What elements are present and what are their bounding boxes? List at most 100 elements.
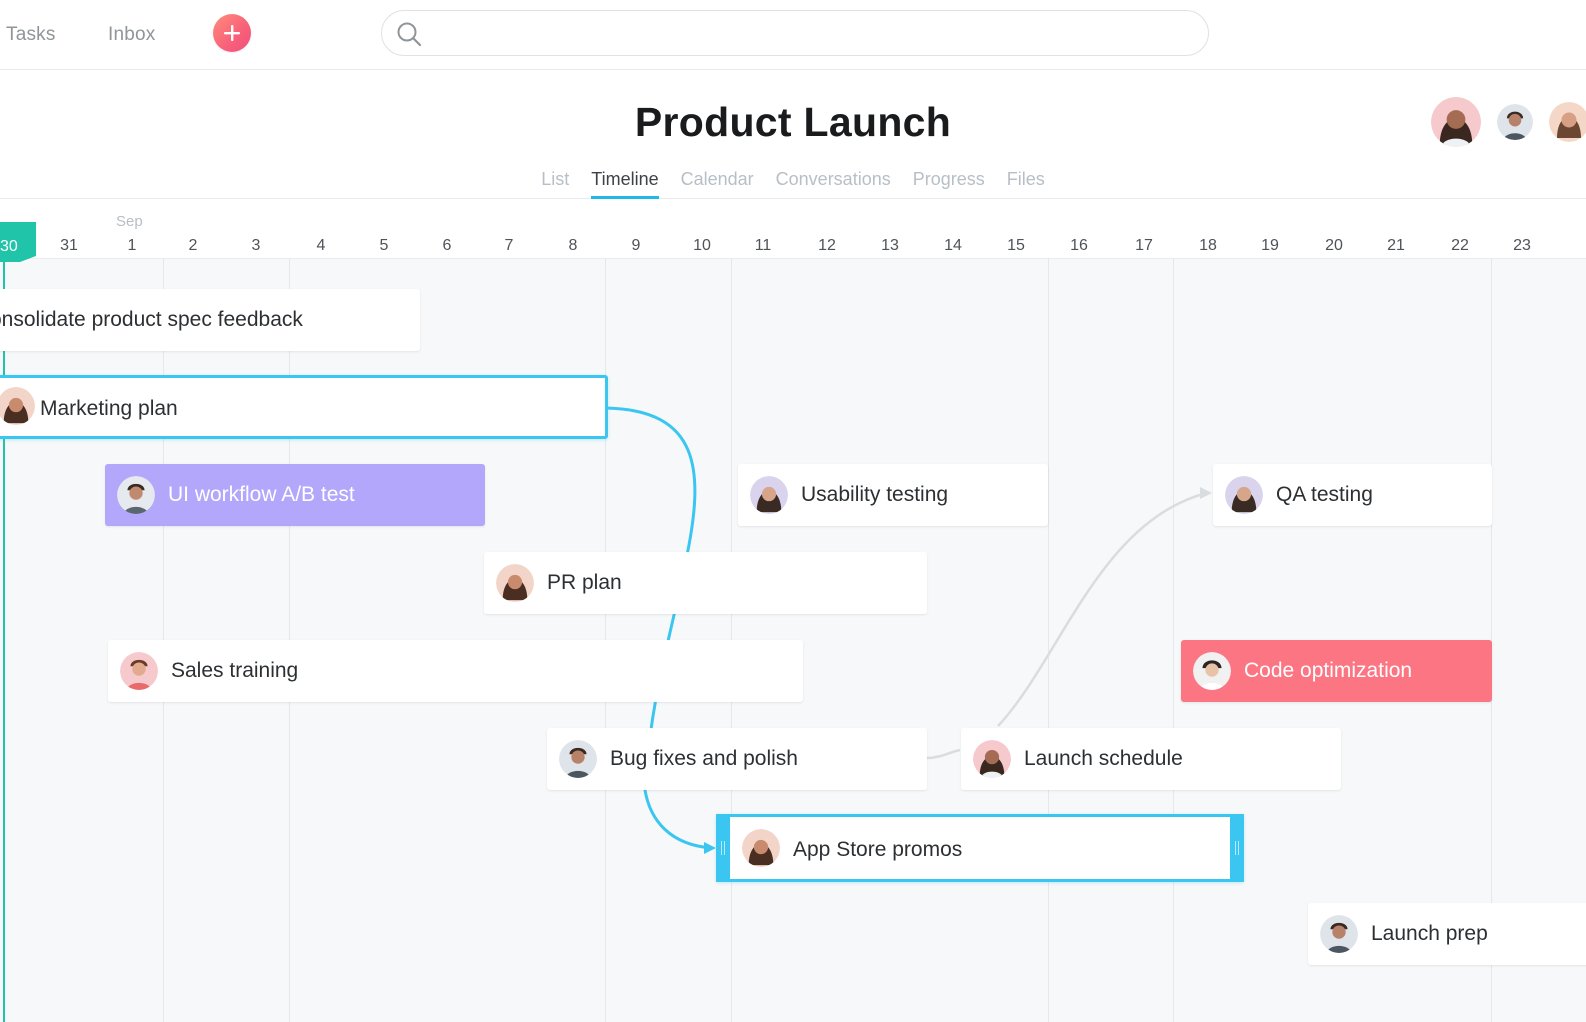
avatar-image bbox=[1497, 104, 1533, 140]
day-label: 2 bbox=[188, 237, 198, 254]
task-label: QA testing bbox=[1276, 483, 1373, 506]
tab-progress[interactable]: Progress bbox=[913, 169, 985, 196]
day-label: 20 bbox=[1325, 237, 1343, 254]
assignee-avatar bbox=[1320, 915, 1358, 953]
project-tabs: List Timeline Calendar Conversations Pro… bbox=[0, 169, 1586, 199]
assignee-avatar bbox=[0, 387, 35, 425]
avatar-image bbox=[1549, 102, 1586, 142]
tab-conversations[interactable]: Conversations bbox=[776, 169, 891, 196]
resize-handle-start[interactable] bbox=[716, 814, 730, 882]
day-label: 18 bbox=[1199, 237, 1217, 254]
timeline-date-header: Sep 31 1 2 3 4 5 6 7 8 9 10 11 12 13 14 … bbox=[0, 199, 1586, 259]
assignee-avatar bbox=[973, 740, 1011, 778]
assignee-avatar bbox=[496, 564, 534, 602]
month-label: Sep bbox=[116, 213, 143, 230]
task-label: onsolidate product spec feedback bbox=[0, 308, 303, 331]
day-label: 17 bbox=[1135, 237, 1153, 254]
day-label: 4 bbox=[316, 237, 326, 254]
day-label: 15 bbox=[1007, 237, 1025, 254]
member-avatar[interactable] bbox=[1497, 104, 1533, 140]
day-label: 21 bbox=[1387, 237, 1405, 254]
assignee-avatar bbox=[117, 476, 155, 514]
avatar-image bbox=[1225, 476, 1263, 514]
avatar-image bbox=[1193, 652, 1231, 690]
day-label: 14 bbox=[944, 237, 962, 254]
task-bar[interactable]: Code optimization bbox=[1181, 640, 1492, 702]
task-bar[interactable]: PR plan bbox=[484, 552, 927, 614]
today-marker: 30 bbox=[0, 222, 36, 262]
avatar-image bbox=[1320, 915, 1358, 953]
quick-add-button[interactable] bbox=[213, 14, 251, 52]
task-label: Code optimization bbox=[1244, 659, 1413, 682]
assignee-avatar bbox=[1225, 476, 1263, 514]
day-label: 13 bbox=[881, 237, 899, 254]
task-bar[interactable]: App Store promos bbox=[716, 814, 1244, 882]
tab-files[interactable]: Files bbox=[1007, 169, 1045, 196]
assignee-avatar bbox=[120, 652, 158, 690]
task-bar[interactable]: UI workflow A/B test bbox=[105, 464, 485, 526]
avatar-image bbox=[120, 652, 158, 690]
tab-timeline[interactable]: Timeline bbox=[591, 169, 659, 199]
search-input[interactable] bbox=[432, 19, 1172, 47]
avatar-image bbox=[0, 387, 35, 425]
task-bar[interactable]: Marketing plan bbox=[0, 375, 608, 439]
task-label: App Store promos bbox=[793, 838, 963, 861]
search-bar[interactable] bbox=[381, 10, 1209, 56]
avatar-image bbox=[973, 740, 1011, 778]
task-bar[interactable]: Launch prep bbox=[1308, 903, 1586, 965]
day-label: 7 bbox=[504, 237, 514, 254]
week-divider bbox=[1048, 259, 1049, 1022]
day-label: 6 bbox=[442, 237, 452, 254]
plus-icon bbox=[224, 25, 240, 41]
task-bar[interactable]: Bug fixes and polish bbox=[547, 728, 927, 790]
day-label: 22 bbox=[1451, 237, 1469, 254]
task-bar[interactable]: Launch schedule bbox=[961, 728, 1341, 790]
day-label: 3 bbox=[251, 237, 261, 254]
avatar-image bbox=[1431, 97, 1481, 147]
day-label: 9 bbox=[631, 237, 641, 254]
day-label: 10 bbox=[693, 237, 711, 254]
tab-list[interactable]: List bbox=[541, 169, 569, 196]
assignee-avatar bbox=[1193, 652, 1231, 690]
day-label: 23 bbox=[1513, 237, 1531, 254]
task-bar[interactable]: onsolidate product spec feedback bbox=[0, 289, 420, 351]
tab-calendar[interactable]: Calendar bbox=[681, 169, 754, 196]
avatar-image bbox=[750, 476, 788, 514]
task-bar[interactable]: Usability testing bbox=[738, 464, 1048, 526]
week-divider bbox=[1173, 259, 1174, 1022]
assignee-avatar bbox=[559, 740, 597, 778]
task-bar[interactable]: QA testing bbox=[1213, 464, 1492, 526]
member-avatar[interactable] bbox=[1549, 102, 1586, 142]
day-label: 1 bbox=[127, 237, 137, 254]
nav-inbox-link[interactable]: Inbox bbox=[108, 24, 155, 46]
day-label: 16 bbox=[1070, 237, 1088, 254]
nav-tasks-link[interactable]: Tasks bbox=[6, 24, 56, 46]
task-label: Marketing plan bbox=[40, 397, 178, 420]
day-label: 11 bbox=[754, 237, 772, 254]
task-label: Bug fixes and polish bbox=[610, 747, 798, 770]
day-label: 5 bbox=[379, 237, 389, 254]
member-avatar[interactable] bbox=[1431, 97, 1481, 147]
task-bar[interactable]: Sales training bbox=[108, 640, 803, 702]
task-label: Sales training bbox=[171, 659, 299, 682]
avatar-image bbox=[117, 476, 155, 514]
day-label: 12 bbox=[818, 237, 836, 254]
search-icon bbox=[397, 22, 422, 47]
page-title: Product Launch bbox=[634, 99, 952, 145]
assignee-avatar bbox=[750, 476, 788, 514]
avatar-image bbox=[496, 564, 534, 602]
resize-handle-end[interactable] bbox=[1230, 814, 1244, 882]
task-label: Usability testing bbox=[801, 483, 949, 506]
avatar-image bbox=[559, 740, 597, 778]
day-label: 8 bbox=[568, 237, 578, 254]
task-label: UI workflow A/B test bbox=[168, 483, 355, 506]
today-date-label: 30 bbox=[0, 238, 18, 255]
top-bar: Tasks Inbox bbox=[0, 0, 1586, 70]
task-label: Launch prep bbox=[1371, 922, 1488, 945]
project-header: Product Launch List Timeline Calendar Co… bbox=[0, 71, 1586, 199]
day-label: 31 bbox=[60, 237, 78, 254]
day-label: 19 bbox=[1261, 237, 1279, 254]
task-label: PR plan bbox=[547, 571, 622, 594]
assignee-avatar bbox=[742, 829, 780, 867]
task-label: Launch schedule bbox=[1024, 747, 1183, 770]
